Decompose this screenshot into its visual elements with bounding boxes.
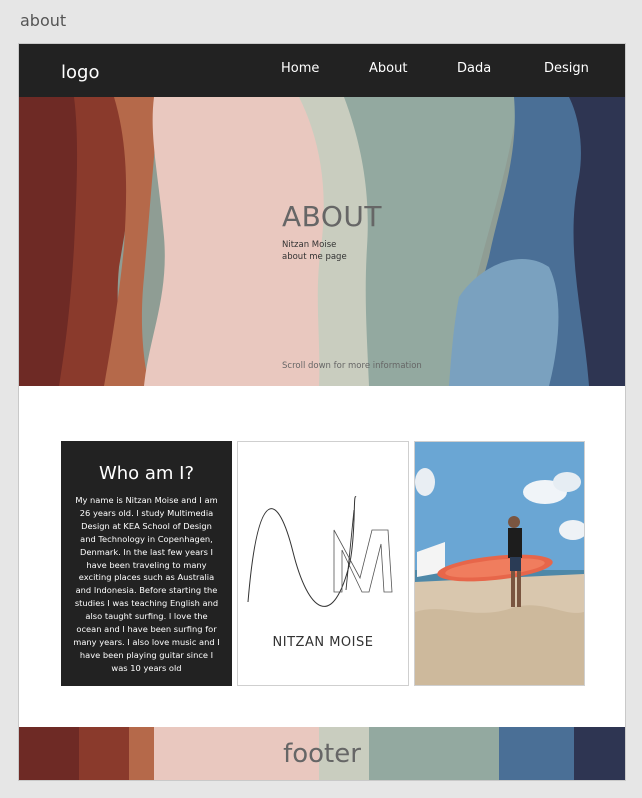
nav-link-home[interactable]: Home xyxy=(281,61,319,76)
nav-link-about[interactable]: About xyxy=(369,61,407,76)
hero-title: ABOUT xyxy=(282,200,383,233)
page-label: about xyxy=(20,11,67,30)
brand-name: NITZAN MOISE xyxy=(272,635,374,650)
about-body: My name is Nitzan Moise and I am 26 year… xyxy=(73,495,220,673)
footer: footer xyxy=(19,727,625,780)
profile-photo xyxy=(414,441,585,686)
hero-subtitle: Nitzan Moise about me page xyxy=(282,239,347,263)
hero-banner: ABOUT Nitzan Moise about me page Scroll … xyxy=(19,97,625,386)
top-nav: logo Home About Dada Design xyxy=(19,44,625,97)
nav-link-dada[interactable]: Dada xyxy=(457,61,491,76)
about-text-card: Who am I? My name is Nitzan Moise and I … xyxy=(61,441,232,686)
hero-subtitle-line: Nitzan Moise xyxy=(282,240,337,250)
brand-logo-card: NITZAN MOISE xyxy=(237,441,409,686)
hero-subtitle-line: about me page xyxy=(282,252,347,262)
surfer-photo-image xyxy=(415,442,584,685)
about-heading: Who am I? xyxy=(98,463,195,484)
site-logo[interactable]: logo xyxy=(61,62,99,83)
scroll-hint: Scroll down for more information xyxy=(282,361,422,371)
nav-link-design[interactable]: Design xyxy=(544,61,589,76)
artboard: logo Home About Dada Design ABOUT Nitzan… xyxy=(18,43,626,781)
footer-text: footer xyxy=(283,739,361,769)
